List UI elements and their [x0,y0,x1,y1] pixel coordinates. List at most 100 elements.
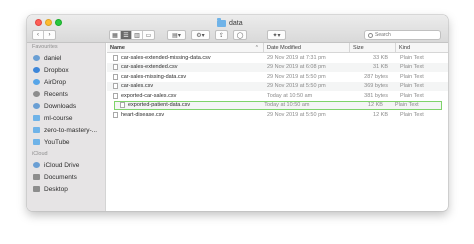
sidebar-item-airdrop[interactable]: AirDrop [27,76,105,88]
file-list: Name ⌃ Date Modified Size Kind car-sales-… [107,43,448,211]
action-button[interactable]: ⚙▾ [191,30,210,40]
file-name: heart-disease.csv [121,111,165,118]
file-date: 29 Nov 2019 at 5:50 pm [267,73,326,80]
table-row[interactable]: exported-car-sales.csv Today at 10:50 am 3… [107,91,448,101]
search-field[interactable] [364,30,441,40]
file-size: 381 bytes [364,92,388,99]
minimize-button[interactable] [45,19,52,26]
file-kind: Plain Text [400,73,424,80]
columns-view-icon[interactable]: ▥ [132,31,143,39]
icons-view-icon[interactable]: ▦ [110,31,121,39]
sidebar-item-documents[interactable]: Documents [27,171,105,183]
file-icon [113,92,118,99]
file-kind: Plain Text [400,64,424,71]
table-row[interactable]: car-sales-extended.csv 29 Nov 2019 at 6:0… [107,62,448,72]
sidebar-section-icloud: iCloud [32,151,48,157]
file-date: Today at 10:50 am [264,102,310,109]
view-mode-control: ▦ ☰ ▥ ▭ [109,30,155,40]
table-row[interactable]: car-sales-missing-data.csv 29 Nov 2019 at… [107,72,448,82]
column-header-kind[interactable]: Kind [396,43,448,53]
column-header-date[interactable]: Date Modified [264,43,350,53]
file-size: 287 bytes [364,73,388,80]
table-row-highlighted[interactable]: exported-patient-data.csv Today at 10:50 … [114,100,442,110]
file-kind: Plain Text [400,92,424,99]
file-kind: Plain Text [400,111,424,118]
sidebar-item-daniel[interactable]: daniel [27,52,105,64]
close-button[interactable] [35,19,42,26]
file-icon [120,102,125,109]
column-header-size[interactable]: Size [350,43,396,53]
window-title-text: data [229,19,243,27]
file-name: car-sales-extended-missing-data.csv [121,54,211,61]
dropbox-icon: ✦▾ [272,32,281,39]
share-button[interactable]: ⇪ [215,30,228,40]
file-date: 29 Nov 2019 at 6:08 pm [267,64,326,71]
sidebar: Favourites daniel Dropbox AirDrop Recents Do… [27,43,106,211]
gallery-view-icon[interactable]: ▭ [143,31,154,39]
file-icon [113,54,118,61]
file-size: 12 KB [367,102,383,109]
desktop-icon [33,186,40,192]
file-name: car-sales-extended.csv [121,64,178,71]
file-size: 31 KB [373,64,388,71]
sidebar-item-ml-course[interactable]: ml-course [27,112,105,124]
folder-icon [217,17,226,27]
table-row[interactable]: car-sales.csv 29 Nov 2019 at 5:50 pm 369 b… [107,81,448,91]
group-icon: ▤▾ [172,32,181,39]
file-name: exported-patient-data.csv [128,102,191,109]
back-button[interactable]: ‹ [33,31,44,39]
sidebar-item-zero-to-mastery[interactable]: zero-to-mastery-... [27,124,105,136]
dropbox-button[interactable]: ✦▾ [267,30,286,40]
file-name: car-sales-missing-data.csv [121,73,187,80]
search-icon [368,32,373,38]
sidebar-item-label: Dropbox [44,66,69,74]
file-name-cell: exported-car-sales.csv [107,92,264,99]
file-name: car-sales.csv [121,83,154,90]
file-date: Today at 10:50 am [267,92,313,99]
sidebar-item-label: Documents [44,173,77,181]
file-kind: Plain Text [400,83,424,90]
list-view-icon[interactable]: ☰ [121,31,132,39]
file-date: 29 Nov 2019 at 7:31 pm [267,54,326,61]
group-button[interactable]: ▤▾ [167,30,186,40]
file-icon [113,83,118,90]
clock-icon [33,91,40,97]
sidebar-item-label: zero-to-mastery-... [44,126,98,134]
file-name-cell: car-sales-extended-missing-data.csv [107,54,264,61]
finder-window: data ‹ › ▦ ☰ ▥ ▭ ▤▾ ⚙▾ ⇪ ◯ ✦▾ Search Fav… [27,15,448,211]
file-rows: car-sales-extended-missing-data.csv 29 No… [107,53,448,120]
file-icon [113,111,118,118]
share-icon: ⇪ [218,32,225,39]
file-icon [113,64,118,71]
sidebar-item-downloads[interactable]: Downloads [27,100,105,112]
sidebar-section-favourites: Favourites [32,44,58,50]
tag-button[interactable]: ◯ [233,30,247,40]
table-row[interactable]: car-sales-extended-missing-data.csv 29 No… [107,53,448,63]
forward-button[interactable]: › [44,31,55,39]
sidebar-item-label: AirDrop [44,78,67,86]
column-headers: Name ⌃ Date Modified Size Kind [107,43,448,53]
file-size: 12 KB [373,111,388,118]
column-header-name[interactable]: Name ⌃ [107,43,264,53]
sort-chevron-icon: ⌃ [254,45,259,51]
sidebar-item-icloud-drive[interactable]: iCloud Drive [27,159,105,171]
airdrop-icon [33,79,40,85]
search-input[interactable] [375,32,435,38]
file-icon [113,73,118,80]
sidebar-item-dropbox[interactable]: Dropbox [27,64,105,76]
sidebar-item-recents[interactable]: Recents [27,88,105,100]
file-kind: Plain Text [394,102,419,109]
sidebar-item-label: Desktop [44,185,68,193]
maximize-button[interactable] [55,19,62,26]
table-row[interactable]: heart-disease.csv 29 Nov 2019 at 5:50 pm 1… [107,110,448,120]
gear-icon: ⚙▾ [196,32,205,39]
folder-icon [33,139,40,145]
sidebar-item-desktop[interactable]: Desktop [27,183,105,195]
document-icon [33,174,40,180]
titlebar: data ‹ › ▦ ☰ ▥ ▭ ▤▾ ⚙▾ ⇪ ◯ ✦▾ [27,15,448,43]
file-name-cell: heart-disease.csv [107,111,264,118]
file-name-cell: car-sales.csv [107,83,264,90]
sidebar-item-label: YouTube [44,138,70,146]
sidebar-item-youtube[interactable]: YouTube [27,136,105,148]
file-name-cell: exported-patient-data.csv [114,102,261,109]
